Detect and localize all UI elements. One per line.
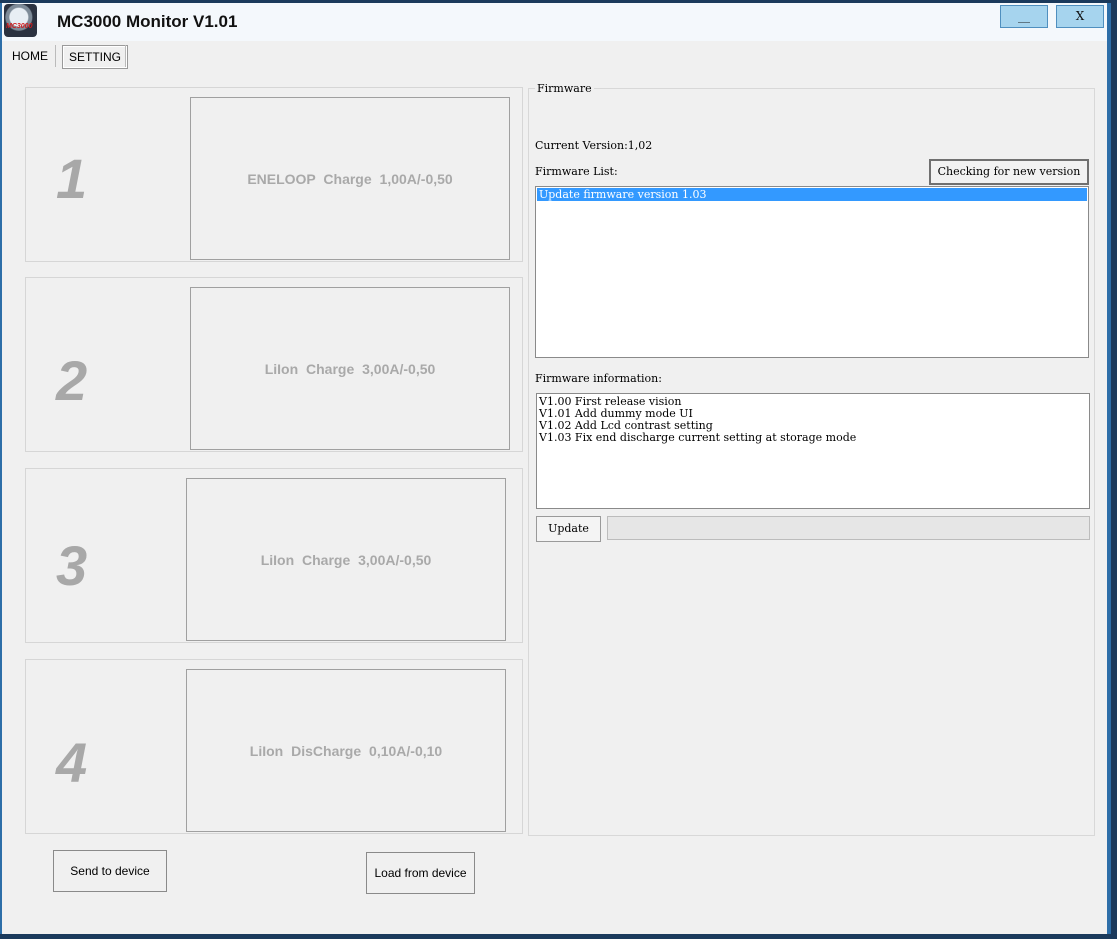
close-button[interactable]: X <box>1056 5 1104 28</box>
slot-number: 1 <box>56 147 88 210</box>
slot-mode-box-3[interactable]: LiIon Charge 3,00A/-0,50 <box>186 478 506 641</box>
check-new-version-button[interactable]: Checking for new version <box>929 159 1089 185</box>
logo-text: MC3000 <box>6 23 33 30</box>
send-to-device-button[interactable]: Send to device <box>53 850 167 892</box>
firmware-group-label: Firmware <box>535 82 594 95</box>
load-from-device-button[interactable]: Load from device <box>366 852 475 894</box>
firmware-list-label: Firmware List: <box>535 165 618 178</box>
firmware-list-item[interactable]: Update firmware version 1.03 <box>537 188 1087 201</box>
tab-home[interactable]: HOME <box>6 45 54 67</box>
update-progress-bar <box>607 516 1090 540</box>
slot-number: 2 <box>56 349 88 412</box>
tab-divider <box>55 45 56 67</box>
slot-mode-box-1[interactable]: ENELOOP Charge 1,00A/-0,50 <box>190 97 510 260</box>
firmware-info-line: V1.03 Fix end discharge current setting … <box>539 431 857 444</box>
firmware-list[interactable]: Update firmware version 1.03 <box>535 186 1089 358</box>
slot-panel-3: 3 LiIon Charge 3,00A/-0,50 <box>25 468 523 643</box>
slot-panel-4: 4 LiIon DisCharge 0,10A/-0,10 <box>25 659 523 834</box>
app-logo-icon: MC3000 <box>4 4 37 37</box>
slot-panel-1: 1 ENELOOP Charge 1,00A/-0,50 <box>25 87 523 262</box>
app-window: MC3000 MC3000 Monitor V1.01 __ X HOME SE… <box>0 3 1111 934</box>
firmware-info-textbox[interactable]: V1.00 First release vision V1.01 Add dum… <box>536 393 1090 509</box>
slot-mode-box-2[interactable]: LiIon Charge 3,00A/-0,50 <box>190 287 510 450</box>
window-title: MC3000 Monitor V1.01 <box>57 12 238 31</box>
title-bar[interactable]: MC3000 MC3000 Monitor V1.01 __ X <box>2 3 1107 41</box>
slot-number: 4 <box>56 731 88 794</box>
current-version-label: Current Version:1,02 <box>535 139 653 152</box>
tab-divider <box>125 45 126 67</box>
minimize-button[interactable]: __ <box>1000 5 1048 28</box>
slot-number: 3 <box>56 534 88 597</box>
firmware-info-label: Firmware information: <box>535 372 662 385</box>
slot-panel-2: 2 LiIon Charge 3,00A/-0,50 <box>25 277 523 452</box>
slot-mode-box-4[interactable]: LiIon DisCharge 0,10A/-0,10 <box>186 669 506 832</box>
update-button[interactable]: Update <box>536 516 601 542</box>
tab-setting[interactable]: SETTING <box>62 45 129 69</box>
